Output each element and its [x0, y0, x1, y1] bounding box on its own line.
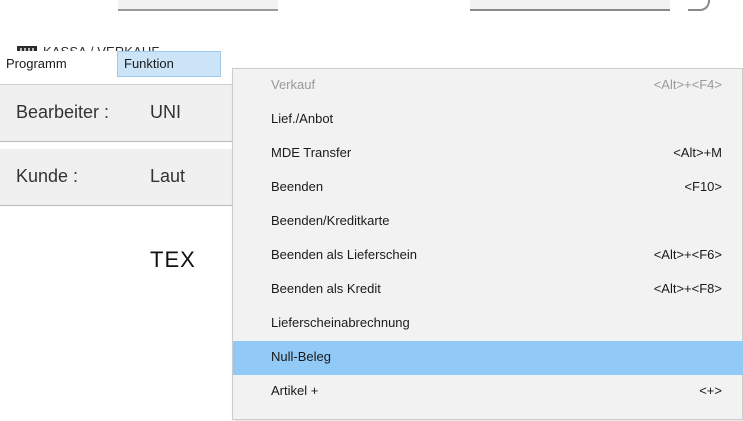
bearbeiter-value: UNI — [150, 102, 181, 122]
bearbeiter-field: Bearbeiter : UNI — [0, 85, 238, 142]
menu-item-beenden-kredit[interactable]: Beenden als Kredit <Alt>+<F8> — [233, 273, 743, 307]
menu-item-lief-anbot[interactable]: Lief./Anbot — [233, 103, 743, 137]
menu-item-artikel-plus[interactable]: Artikel + <+> — [233, 375, 743, 409]
kunde-label: Kunde : — [16, 166, 79, 186]
background-window-edge — [118, 0, 278, 11]
menu-item-shortcut: <F10> — [684, 179, 722, 194]
menu-item-mde-transfer[interactable]: MDE Transfer <Alt>+M — [233, 137, 743, 171]
menu-item-lieferscheinabrechnung[interactable]: Lieferscheinabrechnung — [233, 307, 743, 341]
menu-item-label: Beenden als Kredit — [271, 281, 381, 296]
menu-item-label: Lief./Anbot — [271, 111, 334, 126]
kunde-field: Kunde : Laut — [0, 149, 238, 206]
menu-item-label: Beenden/Kreditkarte — [271, 213, 390, 228]
menu-item-shortcut: <+> — [699, 383, 722, 398]
menu-item-label: Artikel + — [271, 383, 319, 398]
menu-item-label: Beenden als Lieferschein — [271, 247, 417, 262]
main-panel: Bearbeiter : UNI Kunde : Laut TEX — [0, 84, 238, 421]
background-window-edge — [470, 0, 670, 11]
menu-item-beenden-kreditkarte[interactable]: Beenden/Kreditkarte — [233, 205, 743, 239]
menu-programm[interactable]: Programm — [0, 51, 73, 77]
menu-item-label: Null-Beleg — [271, 349, 331, 364]
menu-item-label: Beenden — [271, 179, 324, 194]
menu-item-beenden[interactable]: Beenden <F10> — [233, 171, 743, 205]
menu-item-verkauf[interactable]: Verkauf <Alt>+<F4> — [233, 69, 743, 103]
menu-item-label: MDE Transfer — [271, 145, 352, 160]
background-window-edge — [688, 0, 710, 11]
menu-item-shortcut: <Alt>+<F6> — [653, 247, 722, 262]
menu-item-shortcut: <Alt>+M — [673, 145, 722, 160]
menu-item-shortcut: <Alt>+<F8> — [653, 281, 722, 296]
kunde-value: Laut — [150, 166, 186, 186]
menu-item-null-beleg[interactable]: Null-Beleg — [233, 341, 743, 375]
bearbeiter-label: Bearbeiter : — [16, 102, 110, 122]
window-titlebar: KASSA / VERKAUF — [0, 20, 743, 60]
menu-item-beenden-lieferschein[interactable]: Beenden als Lieferschein <Alt>+<F6> — [233, 239, 743, 273]
menu-item-label: Verkauf — [271, 77, 316, 92]
top-strip — [0, 0, 743, 18]
menu-item-label: Lieferscheinabrechnung — [271, 315, 410, 330]
funktion-dropdown-menu: Verkauf <Alt>+<F4> Lief./Anbot MDE Trans… — [232, 68, 743, 420]
menu-item-shortcut: <Alt>+<F4> — [653, 77, 722, 92]
menu-funktion[interactable]: Funktion — [117, 51, 221, 77]
large-text: TEX — [150, 247, 196, 272]
